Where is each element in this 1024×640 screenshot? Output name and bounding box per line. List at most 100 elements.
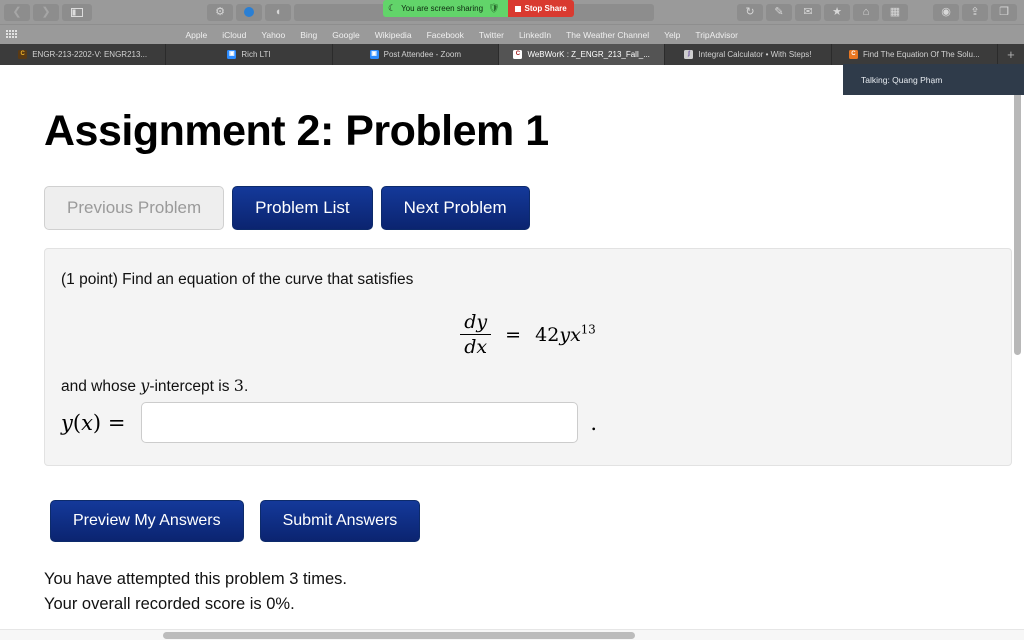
answer-equals: = <box>107 410 126 435</box>
condition-variable: y <box>140 376 150 395</box>
toolbar-extensions: ⚙ ◖ <box>207 3 294 21</box>
score-text: Your overall recorded score is 0%. <box>44 595 295 613</box>
equation-coefficient: 42 <box>535 324 560 347</box>
tab-label: ENGR-213-2202-V: ENGR213... <box>32 50 148 59</box>
answer-trailing-period: . <box>590 410 598 435</box>
bookmark-linkedin[interactable]: LinkedIn <box>519 30 551 40</box>
toolbar-right-actions: ◉ ⇪ ❐ <box>933 3 1020 21</box>
horizontal-scrollbar-track[interactable] <box>0 629 1024 640</box>
talking-label: Talking: Quang Phạm <box>861 74 943 85</box>
back-icon[interactable]: ❮ <box>4 3 30 21</box>
new-tab-button[interactable]: + <box>998 44 1024 65</box>
bookmark-links: Apple iCloud Yahoo Bing Google Wikipedia… <box>25 30 1018 40</box>
problem-statement: (1 point) Find an equation of the curve … <box>61 271 414 288</box>
mail-icon[interactable]: ✉ <box>795 3 821 21</box>
webwork-favicon-icon: C <box>513 50 523 59</box>
stop-share-button[interactable]: Stop Share <box>507 0 574 17</box>
condition-suffix: -intercept is <box>149 378 234 395</box>
shield-icon: 🛡 <box>488 3 500 13</box>
intercept-condition: and whose y-intercept is 3. <box>45 372 1011 396</box>
reload-icon[interactable]: ↻ <box>737 3 763 21</box>
bookmark-wikipedia[interactable]: Wikipedia <box>375 30 412 40</box>
download-icon[interactable]: ◉ <box>933 3 959 21</box>
tab-rich-lti[interactable]: ▣ Rich LTI <box>166 44 333 65</box>
bookmark-bing[interactable]: Bing <box>300 30 317 40</box>
stop-square-icon <box>514 5 521 12</box>
tab-label: WeBWorK : Z_ENGR_213_Fall_... <box>527 50 650 59</box>
bookmark-yahoo[interactable]: Yahoo <box>261 30 285 40</box>
horizontal-scrollbar-thumb[interactable] <box>163 632 635 639</box>
sidebar-glyph <box>71 7 83 17</box>
previous-problem-button[interactable]: Previous Problem <box>44 186 225 230</box>
answer-label: y(x) = <box>61 411 125 435</box>
bookmark-yelp[interactable]: Yelp <box>664 30 680 40</box>
reader-icon[interactable]: ★ <box>824 3 850 21</box>
vertical-scrollbar-thumb[interactable] <box>1014 67 1021 355</box>
attempts-text: You have attempted this problem 3 times. <box>44 570 347 588</box>
next-problem-button[interactable]: Next Problem <box>380 186 530 230</box>
toolbar-actions: ↻ ✎ ✉ ★ ⌂ ▦ <box>737 3 911 21</box>
browser-toolbar: ❮ ❯ ⚙ ◖ ↻ ✎ ✉ ★ ⌂ ▦ ◉ ⇪ ❐ ☾ You are scre… <box>0 0 1024 24</box>
answer-fn: y <box>61 410 73 435</box>
answer-paren-open: ( <box>72 410 82 435</box>
problem-nav-row: Previous Problem Problem List Next Probl… <box>0 156 1024 230</box>
zoom-leaf-icon: ☾ <box>388 3 397 13</box>
tab-post-attendee-zoom[interactable]: ▣ Post Attendee - Zoom <box>333 44 499 65</box>
home-icon[interactable]: ⌂ <box>853 3 879 21</box>
tab-label: Post Attendee - Zoom <box>383 50 461 59</box>
submit-row: Preview My Answers Submit Answers <box>0 466 1024 542</box>
condition-prefix: and whose <box>61 378 141 395</box>
bookmark-weather-channel[interactable]: The Weather Channel <box>566 30 649 40</box>
equals-sign: = <box>505 323 522 346</box>
bookmark-google[interactable]: Google <box>332 30 359 40</box>
screen-share-banner: ☾ You are screen sharing 🛡 Stop Share <box>383 0 574 17</box>
tab-canvas-engr213[interactable]: C ENGR-213-2202-V: ENGR213... <box>0 44 167 65</box>
canvas-favicon-icon: C <box>18 50 28 59</box>
answer-arg: x <box>81 410 93 435</box>
tab-label: Integral Calculator • With Steps! <box>698 50 812 59</box>
gear-icon[interactable]: ⚙ <box>207 3 233 21</box>
chegg-favicon-icon: C <box>848 50 858 59</box>
fraction-numerator: dy <box>464 311 488 333</box>
tab-label: Find The Equation Of The Solu... <box>862 50 980 59</box>
nav-button-group: ❮ ❯ <box>4 3 95 21</box>
bookmark-tripadvisor[interactable]: TripAdvisor <box>695 30 738 40</box>
differential-equation: dy dx = 42yx13 <box>45 289 1011 372</box>
markup-icon[interactable]: ✎ <box>766 3 792 21</box>
tab-integral-calculator[interactable]: ∫ Integral Calculator • With Steps! <box>665 44 832 65</box>
answer-row: y(x) = . <box>45 396 1011 443</box>
preview-my-answers-button[interactable]: Preview My Answers <box>50 500 244 542</box>
tab-chegg-find-equation[interactable]: C Find The Equation Of The Solu... <box>832 44 998 65</box>
bookmark-facebook[interactable]: Facebook <box>427 30 464 40</box>
problem-list-button[interactable]: Problem List <box>232 186 373 230</box>
tab-webwork[interactable]: C WeBWorK : Z_ENGR_213_Fall_... <box>498 44 666 65</box>
answer-input[interactable] <box>141 402 579 443</box>
bookmarks-bar: Apple iCloud Yahoo Bing Google Wikipedia… <box>0 24 1024 44</box>
submit-answers-button[interactable]: Submit Answers <box>259 500 421 542</box>
bookmark-apple[interactable]: Apple <box>185 30 207 40</box>
answer-paren-close: ) <box>92 410 102 435</box>
derivative-fraction: dy dx <box>460 311 492 358</box>
globe-icon[interactable] <box>236 3 262 21</box>
fraction-denominator: dx <box>460 334 492 358</box>
page-content: Assignment 2: Problem 1 Previous Problem… <box>0 65 1024 620</box>
sidebar-toggle-icon[interactable] <box>62 3 92 21</box>
screen-share-status[interactable]: ☾ You are screen sharing 🛡 <box>383 0 508 17</box>
equation-var-y: y <box>559 324 571 347</box>
share-icon[interactable]: ⇪ <box>962 3 988 21</box>
talking-indicator: Talking: Quang Phạm <box>843 64 1024 95</box>
apps-grid-icon[interactable]: ▦ <box>882 3 908 21</box>
condition-period: . <box>243 378 249 395</box>
integral-favicon-icon: ∫ <box>684 50 694 59</box>
condition-value: 3 <box>233 376 244 395</box>
zoom-favicon-icon: ▣ <box>227 50 237 59</box>
equation-exponent: 13 <box>580 322 596 337</box>
bookmark-icloud[interactable]: iCloud <box>222 30 246 40</box>
contrast-icon[interactable]: ◖ <box>265 3 291 21</box>
bookmark-twitter[interactable]: Twitter <box>479 30 504 40</box>
equation-var-x: x <box>570 324 581 347</box>
stop-share-label: Stop Share <box>524 4 567 13</box>
tab-overview-icon[interactable]: ❐ <box>991 3 1017 21</box>
forward-icon[interactable]: ❯ <box>33 3 59 21</box>
bookmarks-grid-icon[interactable] <box>6 30 17 39</box>
